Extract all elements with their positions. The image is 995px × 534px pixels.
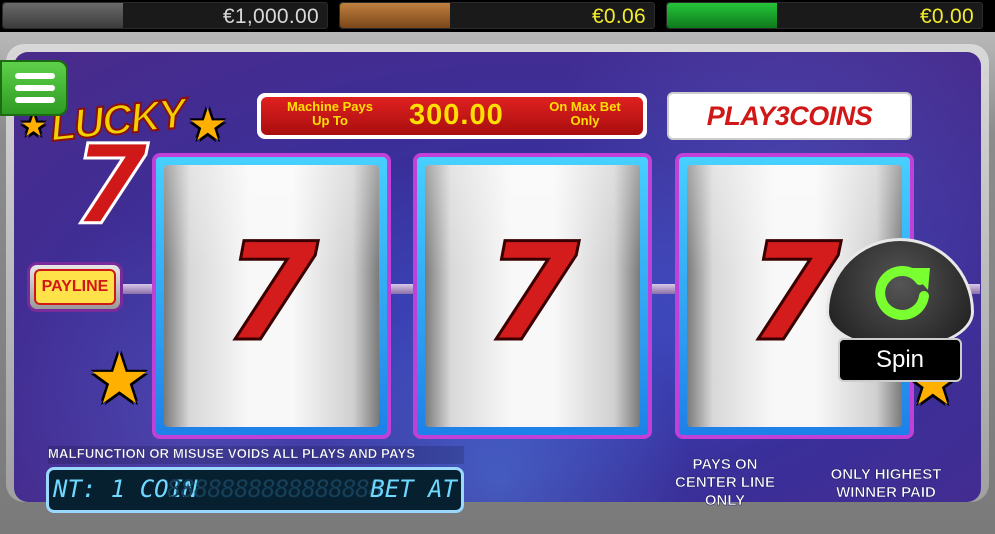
menu-button[interactable] <box>0 60 68 116</box>
refresh-icon <box>875 266 930 320</box>
play-3-coins-sign: PLAY3COINS <box>667 92 912 140</box>
malfunction-notice: MALFUNCTION OR MISUSE VOIDS ALL PLAYS AN… <box>48 446 464 464</box>
balance-meter: €1,000.00 <box>2 2 328 29</box>
payline-badge-inner: PAYLINE <box>34 269 116 305</box>
lcd-text-right: BET AT <box>370 475 457 503</box>
star-icon: ★ <box>188 100 228 151</box>
max-payout-sign-inner: Machine Pays Up To 300.00 On Max Bet Onl… <box>261 97 643 135</box>
win-value: €0.00 <box>919 5 974 28</box>
win-meter: €0.00 <box>666 2 983 29</box>
reel-strip: 7 <box>425 165 640 427</box>
menu-icon-line <box>15 85 55 91</box>
logo-number: 7 <box>71 121 151 249</box>
max-payout-amount: 300.00 <box>409 99 504 131</box>
max-payout-sign: Machine Pays Up To 300.00 On Max Bet Onl… <box>257 93 647 139</box>
bet-value: €0.06 <box>591 5 646 28</box>
lcd-display: NT: 1 COIN 8888888888888888 BET AT <box>46 467 464 513</box>
seven-symbol: 7 <box>484 214 581 371</box>
payout-caption-left: Machine Pays Up To <box>287 99 373 128</box>
spin-button[interactable]: Spin <box>824 238 976 388</box>
pays-on-center-line: PAYS ON CENTER LINE ONLY <box>674 456 776 510</box>
seven-symbol: 7 <box>223 214 320 371</box>
payline-badge: PAYLINE <box>27 262 123 312</box>
only-highest-winner: ONLY HIGHEST WINNER PAID <box>830 466 942 502</box>
menu-icon-line <box>15 73 55 79</box>
win-meter-fill <box>667 3 777 28</box>
bet-meter: €0.06 <box>339 2 655 29</box>
star-icon: ★ <box>20 109 47 144</box>
payline-label: PAYLINE <box>41 278 109 295</box>
balance-meter-fill <box>3 3 123 28</box>
payout-caption-right: On Max Bet Only <box>549 99 621 128</box>
menu-icon-line <box>15 97 55 103</box>
bet-meter-fill <box>340 3 450 28</box>
star-icon: ★ <box>88 338 151 420</box>
lcd-ghost-segments: 8888888888888888 <box>167 475 383 503</box>
spin-label[interactable]: Spin <box>838 338 962 382</box>
balance-value: €1,000.00 <box>222 5 319 28</box>
lcd-screen: NT: 1 COIN 8888888888888888 BET AT <box>49 470 461 510</box>
play-3-coins-text: PLAY3COINS <box>706 101 873 131</box>
reel-2: 7 <box>413 153 652 439</box>
top-bar: €1,000.00 €0.06 €0.00 <box>0 0 995 32</box>
